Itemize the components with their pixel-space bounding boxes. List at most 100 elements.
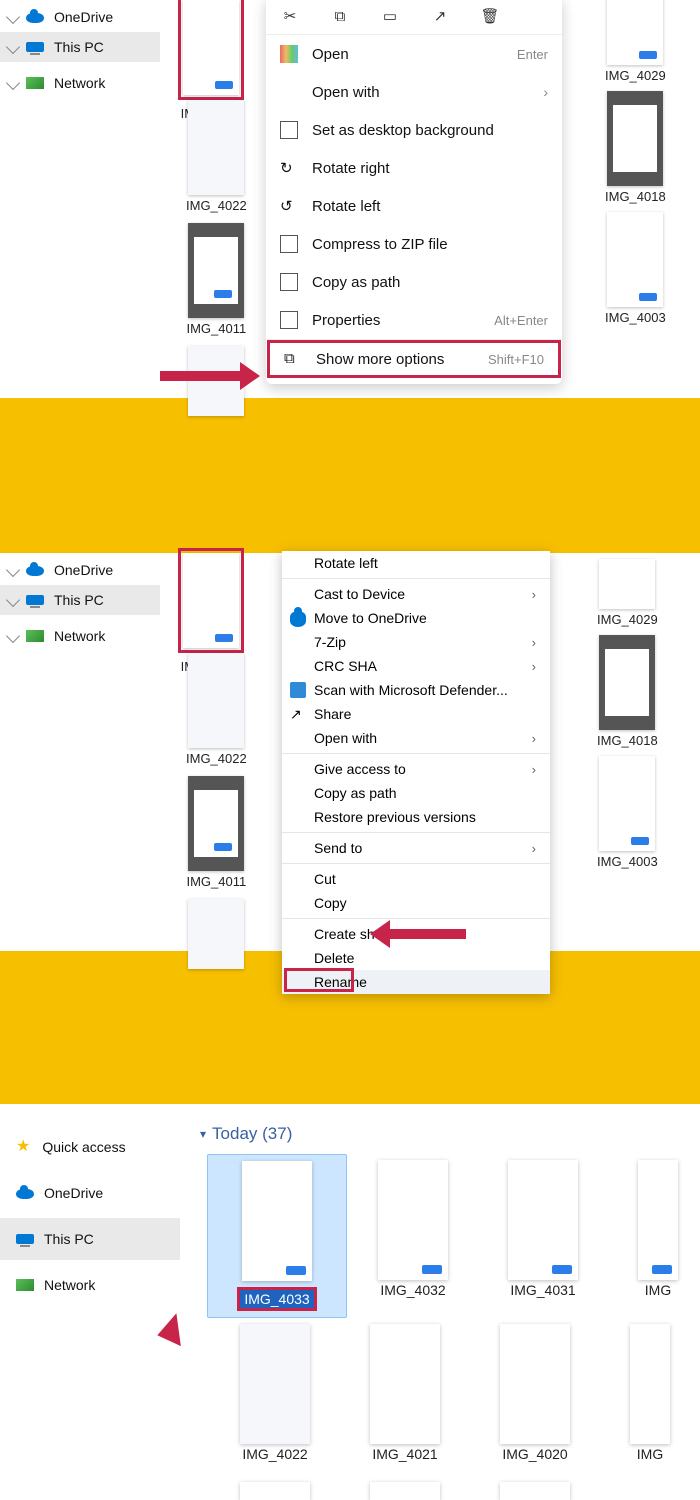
cloud-icon bbox=[26, 566, 44, 576]
menu-cast-to-device[interactable]: Cast to Device› bbox=[282, 582, 550, 606]
monitor-icon bbox=[16, 1234, 34, 1244]
menu-rotate-left[interactable]: Rotate left bbox=[282, 551, 550, 575]
nav-label: Network bbox=[54, 75, 105, 91]
nav-network[interactable]: Network bbox=[0, 1264, 180, 1306]
chevron-right-icon bbox=[6, 629, 20, 643]
thumbnail[interactable] bbox=[508, 1160, 578, 1280]
menu-open[interactable]: Open Enter bbox=[266, 35, 562, 73]
thumb-label: IMG_4003 bbox=[597, 854, 658, 869]
thumb-label: IMG bbox=[638, 1282, 678, 1298]
thumbnail[interactable] bbox=[630, 1324, 670, 1444]
nav-thispc[interactable]: This PC bbox=[0, 32, 160, 62]
nav-onedrive[interactable]: OneDrive bbox=[0, 1172, 180, 1214]
menu-share[interactable]: ↗Share bbox=[282, 702, 550, 726]
shortcut: Alt+Enter bbox=[494, 313, 548, 328]
thumbnail[interactable] bbox=[607, 212, 663, 307]
menu-defender[interactable]: Scan with Microsoft Defender... bbox=[282, 678, 550, 702]
shield-icon bbox=[290, 682, 306, 698]
menu-copy[interactable]: Copy bbox=[282, 891, 550, 915]
menu-copy-path[interactable]: Copy as path bbox=[266, 263, 562, 301]
thumbnail[interactable] bbox=[599, 756, 655, 851]
menu-cut[interactable]: Cut bbox=[282, 867, 550, 891]
menu-send-to[interactable]: Send to› bbox=[282, 836, 550, 860]
menu-label: Cast to Device bbox=[314, 586, 405, 602]
thumbnail[interactable] bbox=[240, 1324, 310, 1444]
cloud-icon bbox=[26, 13, 44, 23]
network-icon bbox=[16, 1279, 34, 1291]
menu-rotate-right[interactable]: ↻ Rotate right bbox=[266, 149, 562, 187]
thumbnail[interactable] bbox=[370, 1482, 440, 1500]
filename-edit-input[interactable]: IMG_4033 bbox=[237, 1287, 316, 1311]
thumbnail[interactable] bbox=[188, 223, 244, 318]
selected-thumbnail[interactable] bbox=[178, 0, 244, 100]
thumbnail[interactable] bbox=[240, 1482, 310, 1500]
annotation-arrow-icon bbox=[370, 920, 466, 948]
submenu-icon: › bbox=[532, 762, 536, 777]
nav-network[interactable]: Network bbox=[0, 68, 160, 98]
thumbnail[interactable] bbox=[607, 0, 663, 65]
nav-thispc[interactable]: This PC bbox=[0, 1218, 180, 1260]
thumbnail[interactable] bbox=[188, 100, 244, 195]
menu-show-more-options[interactable]: ⧉ Show more options Shift+F10 bbox=[267, 340, 561, 378]
thumbnail[interactable] bbox=[188, 653, 244, 748]
shortcut: Shift+F10 bbox=[488, 352, 544, 367]
menu-copy-path[interactable]: Copy as path bbox=[282, 781, 550, 805]
thumb-label: IMG_4018 bbox=[597, 733, 658, 748]
menu-compress-zip[interactable]: Compress to ZIP file bbox=[266, 225, 562, 263]
thumbnail[interactable] bbox=[370, 1324, 440, 1444]
menu-open-with[interactable]: Open with › bbox=[266, 73, 562, 111]
menu-label: Copy bbox=[314, 895, 347, 911]
delete-icon[interactable]: 🗑 bbox=[480, 6, 500, 26]
nav-network[interactable]: Network bbox=[0, 621, 160, 651]
nav-onedrive[interactable]: OneDrive bbox=[0, 555, 160, 585]
nav-thispc[interactable]: This PC bbox=[0, 585, 160, 615]
menu-properties[interactable]: Properties Alt+Enter bbox=[266, 301, 562, 339]
menu-rotate-left[interactable]: ↺ Rotate left bbox=[266, 187, 562, 225]
thumbnail[interactable] bbox=[638, 1160, 678, 1280]
selected-thumbnail[interactable] bbox=[178, 548, 244, 653]
network-icon bbox=[26, 77, 44, 89]
rename-icon[interactable]: ▭ bbox=[380, 6, 400, 26]
thumb-label: IMG_4018 bbox=[605, 189, 666, 204]
menu-rename[interactable]: Rename bbox=[282, 970, 550, 994]
menu-label: Copy as path bbox=[314, 785, 397, 801]
menu-crc-sha[interactable]: CRC SHA› bbox=[282, 654, 550, 678]
thumbnail[interactable] bbox=[599, 635, 655, 730]
menu-label: 7-Zip bbox=[314, 634, 346, 650]
chevron-right-icon bbox=[6, 593, 20, 607]
thumbnail[interactable] bbox=[607, 91, 663, 186]
menu-set-background[interactable]: Set as desktop background bbox=[266, 111, 562, 149]
thumbnail[interactable] bbox=[500, 1324, 570, 1444]
heading-label: Today (37) bbox=[212, 1124, 292, 1144]
thumb-label: IMG_4021 bbox=[370, 1446, 440, 1462]
nav-onedrive[interactable]: OneDrive bbox=[0, 2, 160, 32]
rotate-right-icon: ↻ bbox=[280, 159, 298, 177]
menu-delete[interactable]: Delete bbox=[282, 946, 550, 970]
share-icon[interactable]: ↗ bbox=[430, 6, 450, 26]
nav-label: OneDrive bbox=[54, 9, 113, 25]
group-heading[interactable]: ▾ Today (37) bbox=[200, 1124, 292, 1144]
menu-label: Move to OneDrive bbox=[314, 610, 427, 626]
copy-icon[interactable]: ⧉ bbox=[330, 6, 350, 26]
submenu-icon: › bbox=[532, 635, 536, 650]
thumbnail[interactable] bbox=[500, 1482, 570, 1500]
menu-open-with[interactable]: Open with› bbox=[282, 726, 550, 750]
menu-7zip[interactable]: 7-Zip › bbox=[282, 630, 550, 654]
thumbnail[interactable] bbox=[188, 776, 244, 871]
selected-thumbnail[interactable]: IMG_4033 bbox=[207, 1154, 347, 1318]
thumb-label: IMG_4022 bbox=[240, 1446, 310, 1462]
cloud-icon bbox=[16, 1189, 34, 1199]
menu-label: Cut bbox=[314, 871, 336, 887]
nav-quick-access[interactable]: ★ Quick access bbox=[0, 1126, 180, 1168]
thumbnail[interactable] bbox=[378, 1160, 448, 1280]
menu-move-onedrive[interactable]: Move to OneDrive bbox=[282, 606, 550, 630]
menu-restore-versions[interactable]: Restore previous versions bbox=[282, 805, 550, 829]
thumbnail[interactable] bbox=[599, 559, 655, 609]
thumbnail[interactable] bbox=[188, 899, 244, 969]
cut-icon[interactable]: ✂ bbox=[280, 6, 300, 26]
monitor-icon bbox=[26, 595, 44, 605]
menu-give-access[interactable]: Give access to› bbox=[282, 757, 550, 781]
menu-label: Open bbox=[312, 46, 349, 63]
menu-label: Scan with Microsoft Defender... bbox=[314, 682, 508, 698]
monitor-icon bbox=[26, 42, 44, 52]
